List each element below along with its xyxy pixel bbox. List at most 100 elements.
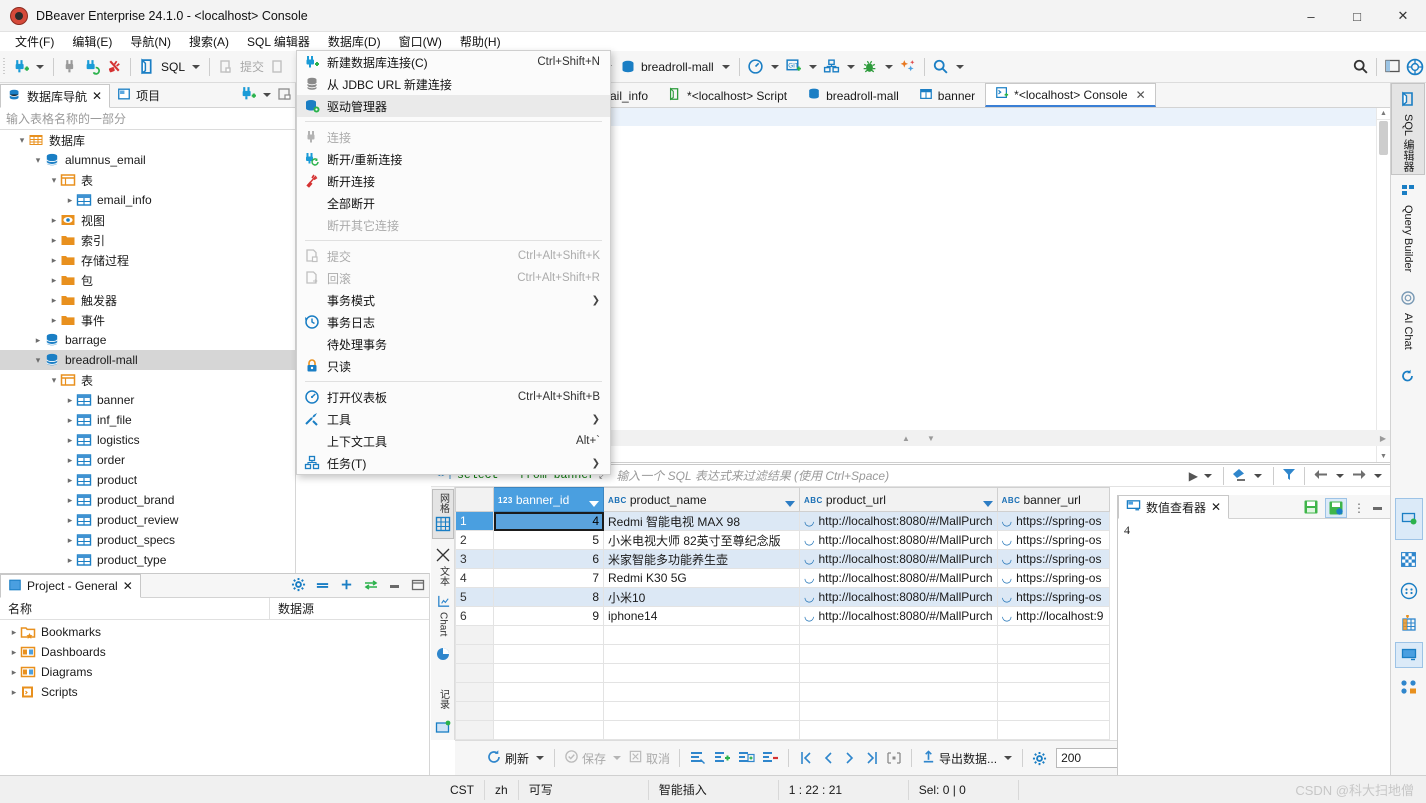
tree-expander[interactable]: ▸ xyxy=(48,315,60,326)
editor-tab-localhost-console[interactable]: *<localhost> Console ✕ xyxy=(985,83,1155,107)
cell-product-name[interactable]: 米家智能多功能养生壶 xyxy=(604,550,800,569)
tree-item-product_type[interactable]: ▸product_type xyxy=(0,550,295,570)
tree-expander[interactable]: ▸ xyxy=(48,275,60,286)
column-filter-icon[interactable] xyxy=(983,501,993,507)
ai-assistant-icon[interactable] xyxy=(1404,55,1426,79)
table-row[interactable]: 14Redmi 智能电视 MAX 98◡http://localhost:808… xyxy=(456,512,1110,531)
menu-sql-editor[interactable]: SQL 编辑器 xyxy=(238,32,319,51)
tree-item-product_review[interactable]: ▸product_review xyxy=(0,510,295,530)
tree-expander[interactable]: ▸ xyxy=(32,335,44,346)
maximize-panel-icon[interactable] xyxy=(411,579,425,594)
cell-empty[interactable] xyxy=(604,683,800,702)
back-icon[interactable] xyxy=(1312,468,1330,484)
filter-history-icon[interactable] xyxy=(1204,474,1212,478)
editor-tab-localhost-script[interactable]: *<localhost> Script xyxy=(658,83,797,107)
result-tab-chart[interactable]: Chart xyxy=(432,594,454,636)
table-row[interactable]: 25小米电视大师 82英寸至尊纪念版◡http://localhost:8080… xyxy=(456,531,1110,550)
cell-banner-id[interactable]: 4 xyxy=(494,512,604,531)
right-tab-query-builder[interactable]: Query Builder xyxy=(1391,175,1425,283)
menu-item-事务模式[interactable]: 事务模式❯ xyxy=(297,289,610,311)
first-page-icon[interactable] xyxy=(795,746,817,770)
value-viewer-menu-icon[interactable]: ⋮ xyxy=(1353,501,1365,515)
sql-editor-vertical-scrollbar[interactable]: ▲ ▼ xyxy=(1376,108,1390,462)
result-tab-pie[interactable] xyxy=(432,646,454,665)
save-value-icon[interactable] xyxy=(1303,499,1319,518)
cell-empty[interactable] xyxy=(997,683,1109,702)
perspective-icon[interactable] xyxy=(1382,55,1404,79)
new-connection-icon[interactable] xyxy=(240,85,257,105)
sql-editor-icon[interactable] xyxy=(136,55,158,79)
right-tab-restore[interactable] xyxy=(1391,361,1425,389)
row-number[interactable]: 3 xyxy=(456,550,494,569)
minimize-button[interactable]: – xyxy=(1288,0,1334,32)
result-panels-icon[interactable] xyxy=(432,719,454,738)
link-editor-icon[interactable] xyxy=(363,578,379,594)
tasks-dropdown-icon[interactable] xyxy=(847,65,855,69)
close-icon[interactable]: ✕ xyxy=(1136,88,1146,102)
right-tab-ai-chat[interactable]: AI Chat xyxy=(1391,283,1425,361)
menu-item-只读[interactable]: 只读 xyxy=(297,355,610,377)
cell-banner-url[interactable]: ◡https://spring-os xyxy=(997,512,1109,531)
navigator-menu-icon[interactable] xyxy=(263,93,271,97)
gear-icon[interactable] xyxy=(291,577,306,595)
column-filter-icon[interactable] xyxy=(785,501,795,507)
menu-item-断开重新连接[interactable]: 断开/重新连接 xyxy=(297,148,610,170)
cell-product-url[interactable]: ◡http://localhost:8080/#/MallPurch xyxy=(800,531,998,550)
refresh-button[interactable]: 刷新 xyxy=(483,746,532,770)
row-number[interactable]: 1 xyxy=(456,512,494,531)
cell-empty[interactable] xyxy=(494,626,604,645)
cell-empty[interactable] xyxy=(494,683,604,702)
menu-search[interactable]: 搜索(A) xyxy=(180,32,238,51)
tree-item-inf_file[interactable]: ▸inf_file xyxy=(0,410,295,430)
forward-icon[interactable] xyxy=(1350,468,1368,484)
menu-window[interactable]: 窗口(W) xyxy=(390,32,451,51)
close-icon[interactable]: ✕ xyxy=(1211,500,1221,514)
cell-empty[interactable] xyxy=(604,645,800,664)
tree-expander[interactable]: ▸ xyxy=(64,195,76,206)
grid-column-product_name[interactable]: ABCproduct_name xyxy=(604,488,800,512)
table-row[interactable]: 58小米10◡http://localhost:8080/#/MallPurch… xyxy=(456,588,1110,607)
cell-product-name[interactable]: 小米10 xyxy=(604,588,800,607)
tree-expander[interactable]: ▸ xyxy=(8,687,20,698)
tree-expander[interactable]: ▾ xyxy=(16,135,28,146)
tree-item-product[interactable]: ▸product xyxy=(0,470,295,490)
table-row[interactable]: 47Redmi K30 5G◡http://localhost:8080/#/M… xyxy=(456,569,1110,588)
cell-product-url[interactable]: ◡http://localhost:8080/#/MallPurch xyxy=(800,569,998,588)
menu-item-待处理事务[interactable]: 待处理事务 xyxy=(297,333,610,355)
cell-product-url[interactable]: ◡http://localhost:8080/#/MallPurch xyxy=(800,588,998,607)
maximize-button[interactable]: □ xyxy=(1334,0,1380,32)
database-tree[interactable]: ▾数据库▾alumnus_email▾表▸email_info▸视图▸索引▸存储… xyxy=(0,130,295,573)
tree-item-product_brand[interactable]: ▸product_brand xyxy=(0,490,295,510)
search-icon[interactable] xyxy=(930,55,952,79)
menu-item-打开仪表板[interactable]: 打开仪表板Ctrl+Alt+Shift+B xyxy=(297,386,610,408)
tree-expander[interactable]: ▸ xyxy=(8,647,20,658)
connect-icon[interactable] xyxy=(59,55,81,79)
expand-icon[interactable] xyxy=(339,577,354,595)
result-tab-text[interactable]: 文本 xyxy=(432,547,454,586)
cell-banner-id[interactable]: 9 xyxy=(494,607,604,626)
fetch-all-icon[interactable] xyxy=(883,746,905,770)
new-connection-dropdown-icon[interactable] xyxy=(36,65,44,69)
tree-item-[interactable]: ▸索引 xyxy=(0,230,295,250)
menu-help[interactable]: 帮助(H) xyxy=(451,32,510,51)
grid-column-banner_id[interactable]: 123banner_id xyxy=(494,488,604,512)
tab-value-viewer[interactable]: 数值查看器 ✕ xyxy=(1118,495,1229,519)
tree-expander[interactable]: ▾ xyxy=(48,375,60,386)
tree-item-product_specs[interactable]: ▸product_specs xyxy=(0,530,295,550)
tab-project-general[interactable]: Project - General ✕ xyxy=(0,574,141,598)
table-row-empty[interactable] xyxy=(456,683,1110,702)
clear-filter-icon[interactable] xyxy=(1231,467,1248,485)
close-icon[interactable]: ✕ xyxy=(92,89,102,103)
row-number[interactable]: 2 xyxy=(456,531,494,550)
cell-empty[interactable] xyxy=(800,626,998,645)
grid-corner-cell[interactable] xyxy=(456,488,494,512)
tree-item-[interactable]: ▾表 xyxy=(0,370,295,390)
global-search-icon[interactable] xyxy=(1349,55,1371,79)
table-row[interactable]: 36米家智能多功能养生壶◡http://localhost:8080/#/Mal… xyxy=(456,550,1110,569)
tasks-icon[interactable] xyxy=(821,55,843,79)
tree-filter-input[interactable]: 输入表格名称的一部分 xyxy=(0,108,295,130)
menu-item-全部断开[interactable]: 全部断开 xyxy=(297,192,610,214)
tree-item-banner[interactable]: ▸banner xyxy=(0,390,295,410)
column-filter-icon[interactable] xyxy=(589,501,599,507)
clear-filter-dropdown-icon[interactable] xyxy=(1254,474,1262,478)
